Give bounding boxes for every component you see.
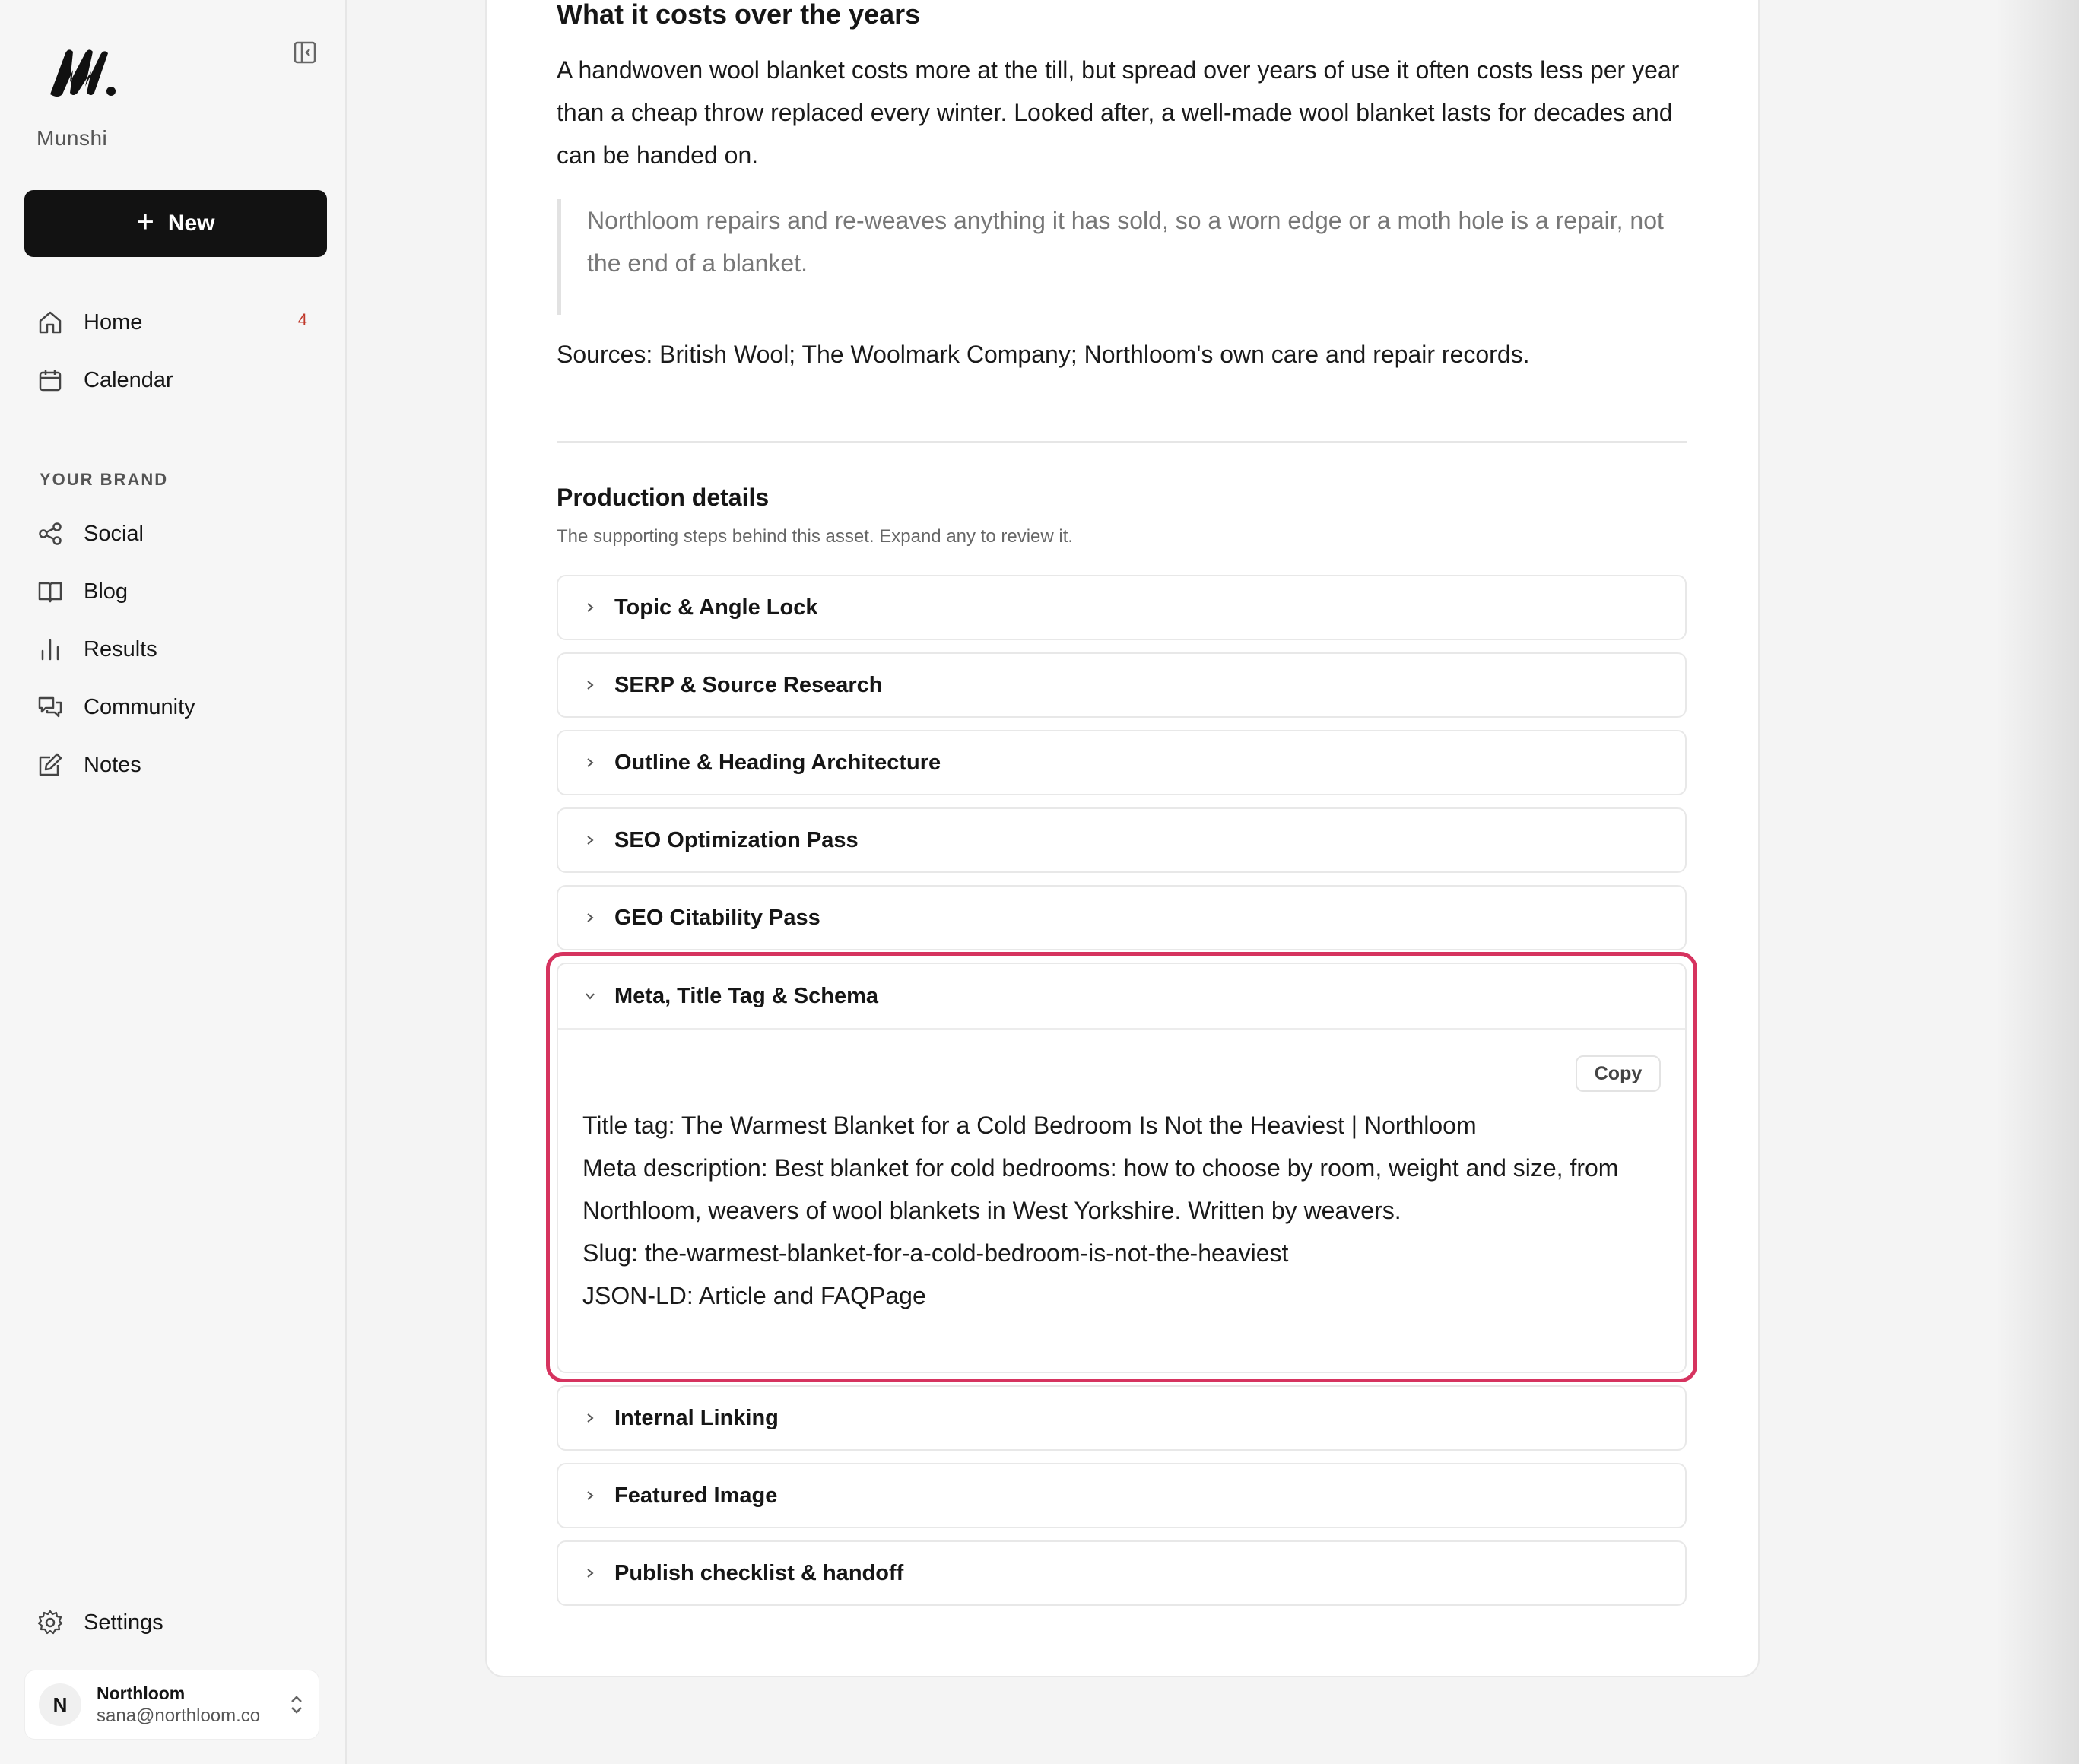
chevron-right-icon [587, 913, 594, 922]
brand-name: Munshi [37, 126, 108, 150]
chevron-down-icon [586, 993, 595, 1000]
book-icon [38, 582, 62, 603]
calendar-icon [39, 370, 62, 392]
sidebar-item-home[interactable]: Home 4 [37, 301, 318, 344]
section-label-your-brand: YOUR BRAND [40, 470, 169, 489]
accordion-header[interactable]: Meta, Title Tag & Schema [558, 964, 1685, 1030]
article-paragraph: A handwoven wool blanket costs more at t… [557, 56, 1680, 169]
chevron-right-icon [587, 681, 594, 690]
munshi-logo [50, 49, 116, 97]
chevron-right-icon [587, 603, 594, 612]
sources-line: Sources: British Wool; The Woolmark Comp… [557, 341, 1530, 368]
sidebar-item-community[interactable]: Community [37, 686, 318, 728]
share-icon [39, 522, 62, 545]
accordion-seo-optimization-pass[interactable]: SEO Optimization Pass [557, 807, 1687, 873]
account-info: Northloom sana@northloom.co [97, 1683, 273, 1727]
accordion-outline-heading-architecture[interactable]: Outline & Heading Architecture [557, 730, 1687, 795]
production-details-title: Production details [557, 484, 770, 511]
accordion-label: SERP & Source Research [614, 672, 883, 697]
sidebar-item-label: Results [84, 636, 157, 662]
accordion-label: Outline & Heading Architecture [614, 750, 941, 775]
production-details-subtitle: The supporting steps behind this asset. … [557, 526, 1074, 547]
accordion-label: SEO Optimization Pass [614, 827, 859, 852]
blockquote: Northloom repairs and re-weaves anything… [557, 199, 1687, 315]
sidebar-item-social[interactable]: Social [37, 512, 318, 555]
chevron-right-icon [587, 1569, 594, 1578]
chat-bubbles-icon [38, 696, 62, 718]
sidebar-item-results[interactable]: Results [37, 628, 318, 671]
edit-note-icon [39, 753, 62, 776]
accordion-topic-angle-lock[interactable]: Topic & Angle Lock [557, 575, 1687, 640]
sidebar-item-label: Home [84, 309, 143, 335]
accordion-label: GEO Citability Pass [614, 905, 820, 930]
meta-description-line: Meta description: Best blanket for cold … [582, 1154, 1619, 1224]
accordion-geo-citability-pass[interactable]: GEO Citability Pass [557, 885, 1687, 950]
accordion-serp-source-research[interactable]: SERP & Source Research [557, 652, 1687, 718]
sidebar-item-label: Social [84, 521, 144, 546]
jsonld-line: JSON-LD: Article and FAQPage [582, 1282, 926, 1309]
chevron-right-icon [587, 1413, 594, 1423]
gear-icon [37, 1610, 63, 1635]
home-icon [39, 311, 62, 334]
sidebar-item-label: Notes [84, 752, 141, 777]
avatar: N [39, 1683, 81, 1726]
right-edge-shadow [1995, 0, 2079, 1764]
sidebar: Munshi + New Home 4 Calendar YOUR BRAND … [0, 0, 347, 1764]
sidebar-item-label: Blog [84, 579, 129, 604]
accordion-internal-linking[interactable]: Internal Linking [557, 1385, 1687, 1451]
accordion-publish-checklist-handoff[interactable]: Publish checklist & handoff [557, 1540, 1687, 1606]
sidebar-item-label: Community [84, 694, 195, 719]
sidebar-item-notes[interactable]: Notes [37, 744, 318, 786]
accordion-meta-title-tag-schema: Meta, Title Tag & Schema Copy Title tag:… [557, 963, 1687, 1373]
new-button[interactable]: + New [24, 190, 327, 257]
chevron-right-icon [587, 1491, 594, 1500]
meta-content: Title tag: The Warmest Blanket for a Col… [582, 1104, 1662, 1317]
chevron-right-icon [587, 836, 594, 845]
new-button-label: New [167, 211, 215, 236]
sidebar-item-label: Settings [84, 1610, 163, 1635]
account-email: sana@northloom.co [97, 1705, 261, 1726]
chevron-up-down-icon [291, 1696, 302, 1714]
divider [557, 441, 1687, 443]
account-switcher[interactable]: N Northloom sana@northloom.co [24, 1670, 319, 1740]
accordion-label: Publish checklist & handoff [614, 1560, 904, 1585]
title-tag-line: Title tag: The Warmest Blanket for a Col… [582, 1112, 1477, 1139]
slug-line: Slug: the-warmest-blanket-for-a-cold-bed… [582, 1239, 1289, 1267]
section-heading: What it costs over the years [557, 0, 921, 30]
sidebar-item-settings[interactable]: Settings [37, 1601, 318, 1644]
accordion-label: Featured Image [614, 1483, 778, 1508]
bar-chart-icon [41, 639, 59, 661]
plus-icon: + [136, 205, 154, 239]
chevron-right-icon [587, 758, 594, 767]
sidebar-item-calendar[interactable]: Calendar [37, 359, 318, 401]
sidebar-item-blog[interactable]: Blog [37, 570, 318, 613]
accordion-featured-image[interactable]: Featured Image [557, 1463, 1687, 1528]
accordion-label: Internal Linking [614, 1405, 779, 1430]
sidebar-collapse-icon[interactable] [292, 40, 318, 65]
sidebar-item-label: Calendar [84, 367, 173, 392]
copy-button[interactable]: Copy [1576, 1055, 1661, 1092]
account-name: Northloom [97, 1683, 186, 1703]
notification-badge: 4 [297, 310, 307, 329]
accordion-label: Meta, Title Tag & Schema [614, 983, 879, 1008]
accordion-label: Topic & Angle Lock [614, 595, 818, 620]
